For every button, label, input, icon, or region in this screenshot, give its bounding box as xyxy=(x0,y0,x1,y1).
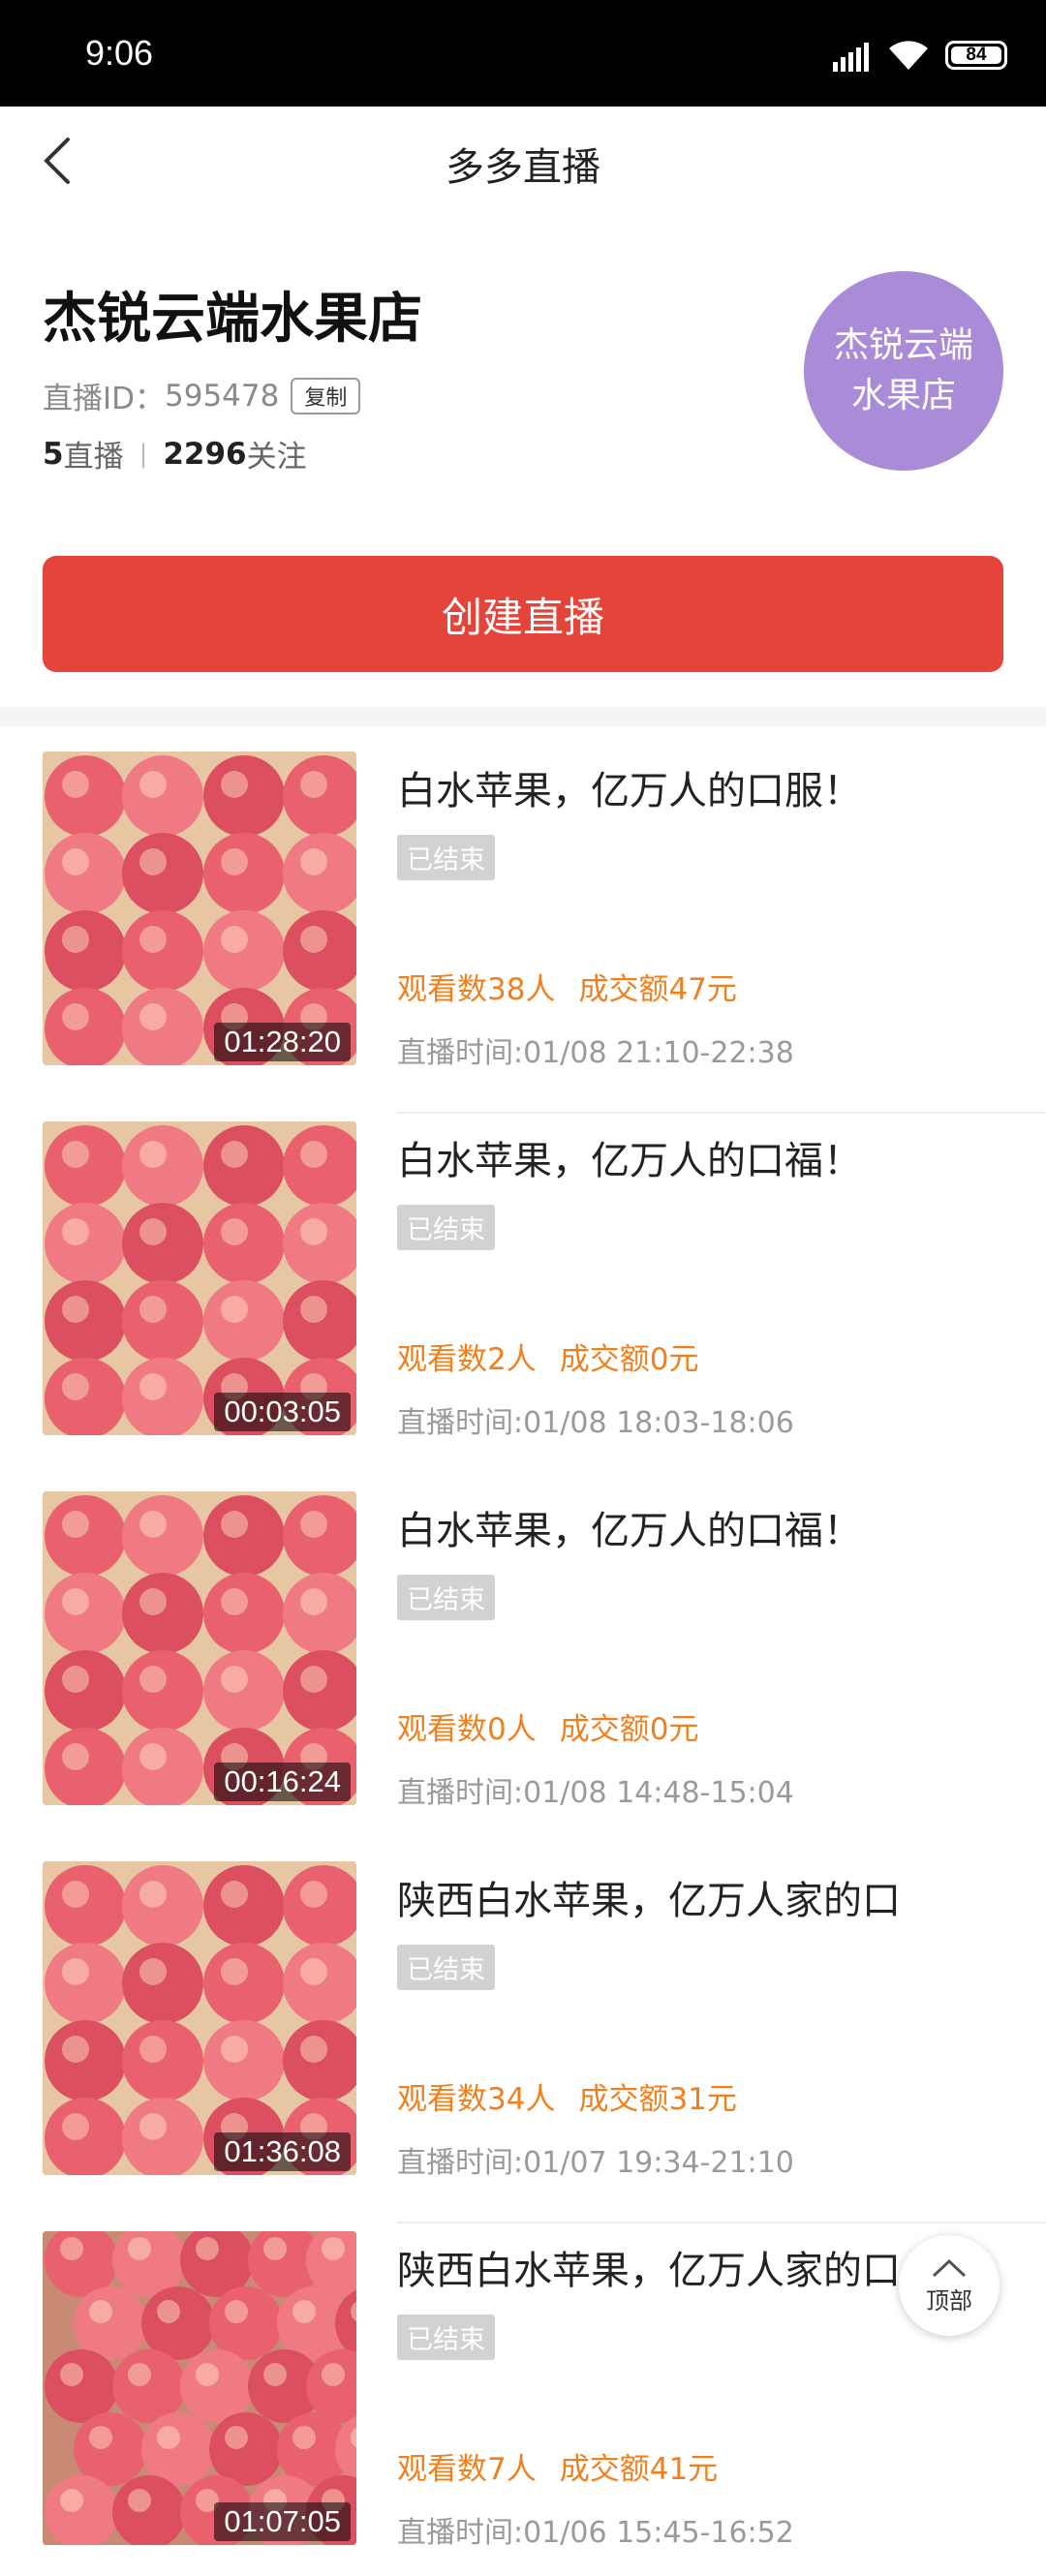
live-title: 白水苹果，亿万人的口服！ xyxy=(397,769,862,813)
apple-image xyxy=(43,1861,356,2175)
live-metrics: 观看数38人 成交额47元 xyxy=(397,965,760,1008)
section-divider xyxy=(0,707,1046,726)
status-badge: 已结束 xyxy=(397,1945,495,1990)
chevron-up-icon xyxy=(932,2258,967,2277)
page-title: 多多直播 xyxy=(446,145,600,190)
sales-amount: 成交额0元 xyxy=(559,1712,699,1747)
live-list: 01:28:20 白水苹果，亿万人的口服！ 已结束 观看数38人 成交额47元 直… xyxy=(0,751,1046,2576)
duration-badge: 00:16:24 xyxy=(214,1763,351,1801)
follow-count: 2296 xyxy=(163,436,247,472)
viewer-count: 观看数38人 xyxy=(397,972,556,1007)
back-to-top-button[interactable]: 顶部 xyxy=(899,2235,1000,2336)
live-time: 直播时间:01/08 21:10-22:38 xyxy=(397,1036,794,1070)
sales-amount: 成交额41元 xyxy=(559,2452,719,2487)
status-bar: 9:06 84 xyxy=(0,0,1046,107)
sales-amount: 成交额47元 xyxy=(578,972,737,1007)
live-metrics: 观看数2人 成交额0元 xyxy=(397,1334,722,1378)
create-live-button[interactable]: 创建直播 xyxy=(43,556,1003,672)
live-thumbnail[interactable]: 01:07:05 xyxy=(43,2231,356,2545)
list-item[interactable]: 00:03:05 白水苹果，亿万人的口福！ 已结束 观看数2人 成交额0元 直播时… xyxy=(0,1121,1046,1491)
status-badge: 已结束 xyxy=(397,1575,495,1620)
status-badge: 已结束 xyxy=(397,2315,495,2360)
live-id-label: 直播ID： xyxy=(43,382,166,416)
live-id-value: 595478 xyxy=(165,378,280,414)
battery-icon: 84 xyxy=(945,41,1007,70)
lives-label: 直播 xyxy=(63,440,124,475)
signal-icon xyxy=(833,43,869,72)
apple-image xyxy=(43,1121,356,1435)
row-divider xyxy=(397,2222,1046,2223)
live-time: 直播时间:01/08 18:03-18:06 xyxy=(397,1406,794,1440)
live-title: 白水苹果，亿万人的口福！ xyxy=(397,1139,862,1183)
duration-badge: 01:36:08 xyxy=(214,2132,351,2171)
apple-image xyxy=(43,1491,356,1805)
live-thumbnail[interactable]: 01:28:20 xyxy=(43,751,356,1065)
duration-badge: 01:28:20 xyxy=(214,1023,351,1061)
live-thumbnail[interactable]: 01:36:08 xyxy=(43,1861,356,2175)
avatar-line-1: 杰锐云端 xyxy=(833,325,973,365)
status-badge: 已结束 xyxy=(397,1205,495,1250)
live-title: 白水苹果，亿万人的口福！ xyxy=(397,1509,862,1553)
status-badge: 已结束 xyxy=(397,835,495,880)
live-metrics: 观看数7人 成交额41元 xyxy=(397,2444,741,2488)
status-time: 9:06 xyxy=(85,33,154,73)
copy-button[interactable]: 复制 xyxy=(291,377,361,414)
sales-amount: 成交额31元 xyxy=(578,2082,737,2117)
viewer-count: 观看数0人 xyxy=(397,1712,537,1747)
live-time: 直播时间:01/08 14:48-15:04 xyxy=(397,1776,794,1810)
live-time: 直播时间:01/06 15:45-16:52 xyxy=(397,2516,794,2550)
live-metrics: 观看数34人 成交额31元 xyxy=(397,2074,760,2118)
duration-badge: 01:07:05 xyxy=(214,2502,351,2541)
list-item[interactable]: 01:07:05 陕西白水苹果，亿万人家的口 已结束 观看数7人 成交额41元 直… xyxy=(0,2231,1046,2576)
viewer-count: 观看数7人 xyxy=(397,2452,537,2487)
shop-stats: 5 直播 | 2296 关注 xyxy=(43,432,307,475)
battery-level: 84 xyxy=(966,45,987,65)
lives-count: 5 xyxy=(43,436,64,472)
list-item[interactable]: 01:28:20 白水苹果，亿万人的口服！ 已结束 观看数38人 成交额47元 直… xyxy=(0,751,1046,1121)
shop-avatar[interactable]: 杰锐云端 水果店 xyxy=(804,271,1003,471)
live-metrics: 观看数0人 成交额0元 xyxy=(397,1704,722,1748)
live-thumbnail[interactable]: 00:16:24 xyxy=(43,1491,356,1805)
duration-badge: 00:03:05 xyxy=(214,1393,351,1431)
apple-image xyxy=(43,751,356,1065)
list-item[interactable]: 00:16:24 白水苹果，亿万人的口福！ 已结束 观看数0人 成交额0元 直播时… xyxy=(0,1491,1046,1861)
live-thumbnail[interactable]: 00:03:05 xyxy=(43,1121,356,1435)
live-time: 直播时间:01/07 19:34-21:10 xyxy=(397,2146,794,2180)
follow-label: 关注 xyxy=(246,440,307,475)
live-title: 陕西白水苹果，亿万人家的口 xyxy=(397,1879,901,1923)
row-divider xyxy=(397,1112,1046,1114)
viewer-count: 观看数2人 xyxy=(397,1342,537,1377)
viewer-count: 观看数34人 xyxy=(397,2082,556,2117)
stats-separator: | xyxy=(138,439,148,469)
nav-bar: 多多直播 xyxy=(0,107,1046,223)
apple-image xyxy=(43,2231,356,2545)
avatar-line-2: 水果店 xyxy=(850,376,956,415)
live-id-row: 直播ID： 595478 复制 xyxy=(43,374,361,417)
back-to-top-label: 顶部 xyxy=(926,2286,972,2315)
wifi-icon xyxy=(889,41,928,70)
list-item[interactable]: 01:36:08 陕西白水苹果，亿万人家的口 已结束 观看数34人 成交额31元 … xyxy=(0,1861,1046,2231)
sales-amount: 成交额0元 xyxy=(559,1342,699,1377)
shop-name: 杰锐云端水果店 xyxy=(43,288,422,351)
